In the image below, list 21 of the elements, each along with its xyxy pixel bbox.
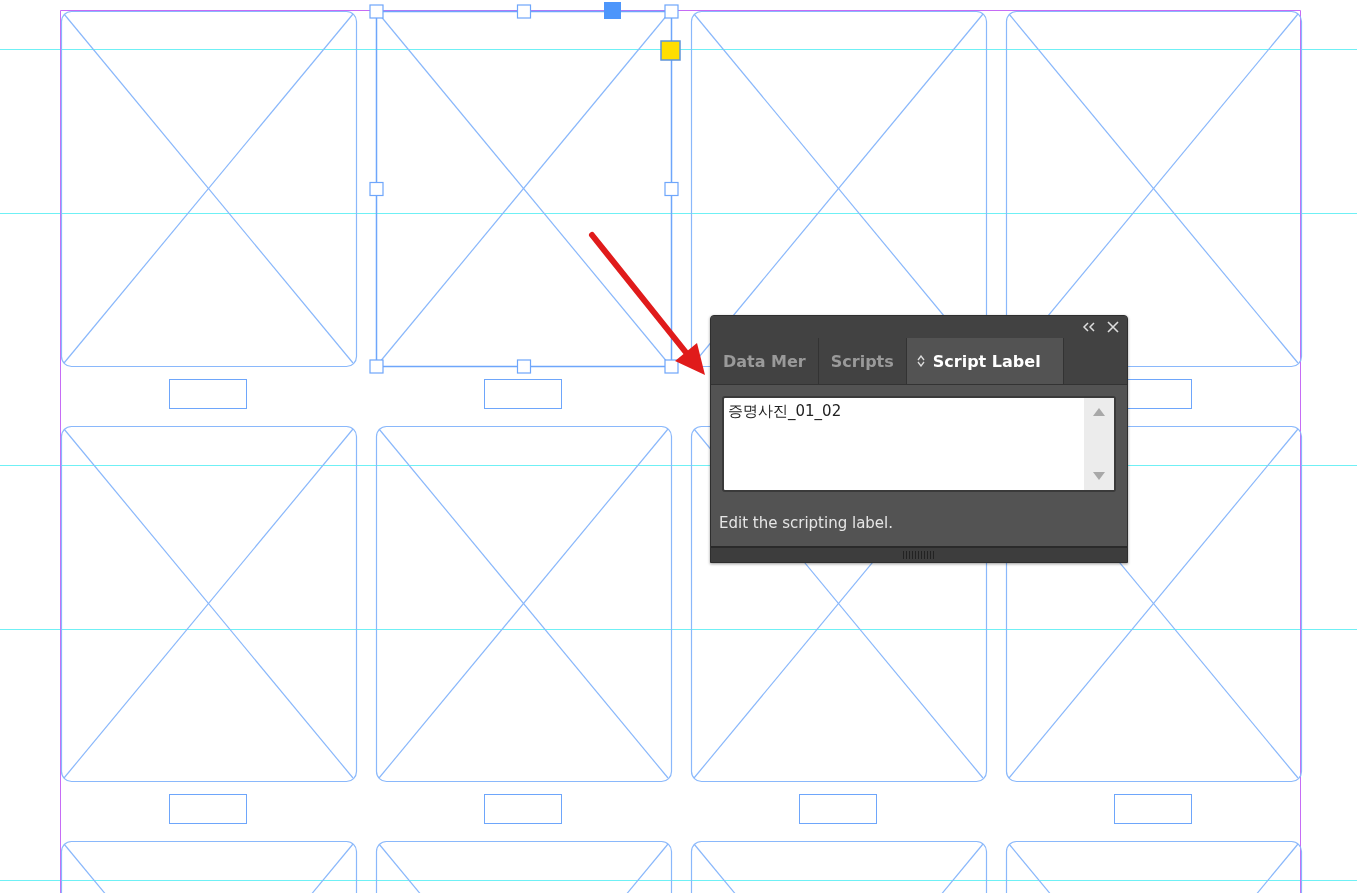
resize-grip[interactable]: [711, 546, 1127, 562]
scroll-up-icon[interactable]: [1093, 408, 1105, 416]
grip-icon: [902, 551, 936, 559]
resize-handle[interactable]: [516, 4, 532, 19]
resize-handle[interactable]: [369, 181, 384, 197]
resize-handle[interactable]: [664, 359, 679, 374]
scroll-down-icon[interactable]: [1093, 472, 1105, 480]
content-grabber-handle[interactable]: [604, 2, 621, 19]
resize-handle[interactable]: [369, 359, 384, 374]
panel-tab[interactable]: Script Label: [906, 338, 1064, 384]
corner-option-handle[interactable]: [660, 40, 681, 61]
resize-handle[interactable]: [664, 4, 679, 19]
hint-text: Edit the scripting label.: [719, 514, 894, 532]
up-down-icon: [916, 355, 925, 367]
close-icon[interactable]: [1107, 321, 1119, 333]
resize-handle[interactable]: [664, 181, 679, 197]
resize-handle[interactable]: [516, 359, 532, 374]
resize-handle[interactable]: [369, 4, 384, 19]
collapse-icon[interactable]: [1082, 322, 1095, 332]
label-text-field[interactable]: 증명사진_01_02: [722, 396, 1116, 492]
scrollbar[interactable]: [1084, 398, 1114, 490]
